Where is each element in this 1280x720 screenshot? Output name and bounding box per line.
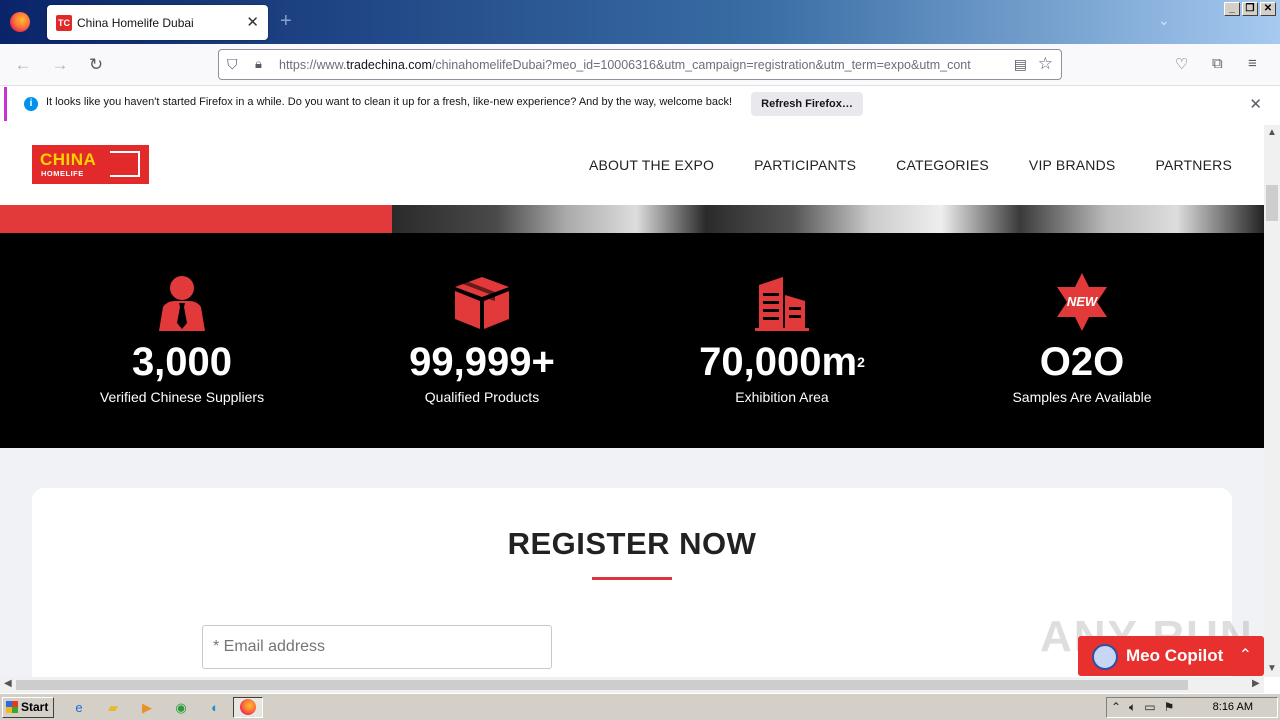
logo-mark-icon: [110, 151, 140, 177]
firefox-taskbar-icon: [240, 699, 256, 715]
stats-section: 3,000 Verified Chinese Suppliers 99,999+…: [0, 233, 1264, 448]
clock: 8:16 AM: [1212, 701, 1253, 713]
logo-text-homelife: HOMELIFE: [41, 169, 84, 178]
browser-tab-strip: TC China Homelife Dubai ✕ + ⌄ _ ❐ ✕: [0, 0, 1280, 44]
meo-copilot-button[interactable]: Meo Copilot ⌃: [1078, 636, 1264, 676]
site-header: CHINA HOMELIFE ABOUT THE EXPO PARTICIPAN…: [0, 125, 1264, 205]
stat-products: 99,999+ Qualified Products: [332, 273, 632, 405]
media-player-icon[interactable]: ▶: [138, 699, 156, 717]
copilot-robot-icon: [1092, 644, 1118, 670]
new-star-icon: NEW: [932, 273, 1232, 331]
edge-icon[interactable]: ◐: [206, 699, 224, 717]
stat-area: 70,000m2 Exhibition Area: [632, 273, 932, 405]
restore-button[interactable]: ❐: [1242, 2, 1258, 16]
stat-value-suppliers: 3,000: [131, 340, 233, 384]
info-icon: i: [24, 97, 38, 111]
forward-arrow-icon[interactable]: →: [49, 54, 71, 76]
banner-image: [392, 205, 1264, 233]
url-domain: tradechina.com: [346, 58, 432, 72]
new-tab-plus-icon[interactable]: +: [280, 11, 292, 31]
logo-text-china: CHINA: [40, 150, 97, 169]
stat-suppliers: 3,000 Verified Chinese Suppliers: [32, 273, 332, 405]
stat-value-area: 70,000m2: [632, 341, 932, 383]
tab-favicon-icon: TC: [56, 15, 72, 31]
minimize-button[interactable]: _: [1224, 2, 1240, 16]
menu-item-categories[interactable]: CATEGORIES: [896, 157, 989, 173]
page-viewport: CHINA HOMELIFE ABOUT THE EXPO PARTICIPAN…: [0, 125, 1264, 677]
tab-close-icon[interactable]: ✕: [246, 13, 259, 31]
horizontal-scroll-thumb[interactable]: [16, 680, 1188, 690]
windows-taskbar: Start e ▰ ▶ ◉ ◐ ⌃🔈︎▭⚑ 8:16 AM: [0, 693, 1280, 720]
stat-value-area-number: 70,000m: [699, 340, 858, 384]
box-icon: [332, 273, 632, 331]
person-tie-icon: [32, 273, 332, 331]
buildings-icon: [632, 273, 932, 331]
hamburger-menu-icon[interactable]: ≡: [1248, 55, 1257, 72]
copilot-label: Meo Copilot: [1126, 646, 1224, 665]
stat-label-suppliers: Verified Chinese Suppliers: [99, 389, 265, 405]
scroll-up-arrow-icon[interactable]: ▲: [1267, 127, 1277, 138]
stat-value-o2o: O2O: [1039, 340, 1125, 384]
vertical-scroll-thumb[interactable]: [1266, 185, 1278, 221]
site-logo[interactable]: CHINA HOMELIFE: [32, 145, 149, 184]
lock-icon[interactable]: 🔒︎: [255, 56, 262, 72]
folder-icon[interactable]: ▰: [104, 699, 122, 717]
stat-label-area: Exhibition Area: [735, 389, 829, 405]
scroll-right-arrow-icon[interactable]: ▶: [1252, 678, 1260, 689]
chevron-up-icon: ⌃: [1238, 647, 1252, 664]
menu-item-partners[interactable]: PARTNERS: [1155, 157, 1232, 173]
window-controls: _ ❐ ✕: [1224, 2, 1276, 16]
start-label: Start: [21, 700, 49, 714]
navigation-toolbar: ← → ↻ ⛉ 🔒︎ https://www.tradechina.com/ch…: [0, 44, 1280, 86]
browser-tab-active[interactable]: TC China Homelife Dubai ✕: [47, 5, 268, 40]
stat-o2o: NEW O2O Samples Are Available: [932, 273, 1232, 405]
address-bar[interactable]: ⛉ 🔒︎ https://www.tradechina.com/chinahom…: [218, 49, 1062, 80]
back-arrow-icon[interactable]: ←: [12, 54, 34, 76]
windows-flag-icon: [6, 701, 18, 713]
firefox-logo-icon[interactable]: [10, 12, 30, 32]
notification-bar: i It looks like you haven't started Fire…: [4, 87, 1276, 121]
tab-list-chevron-icon[interactable]: ⌄: [1158, 12, 1170, 29]
bookmark-star-icon[interactable]: ☆: [1038, 54, 1053, 74]
url-text[interactable]: https://www.tradechina.com/chinahomelife…: [279, 58, 1001, 72]
firefox-taskbar-button[interactable]: [233, 697, 263, 718]
notification-close-icon[interactable]: ✕: [1249, 95, 1262, 113]
email-input[interactable]: [202, 625, 552, 669]
url-path: /chinahomelifeDubai?meo_id=10006316&utm_…: [431, 58, 971, 72]
scroll-down-arrow-icon[interactable]: ▼: [1267, 663, 1277, 674]
menu-item-about[interactable]: ABOUT THE EXPO: [589, 157, 714, 173]
vertical-scrollbar[interactable]: ▲ ▼: [1264, 125, 1280, 677]
scroll-left-arrow-icon[interactable]: ◀: [4, 678, 12, 689]
menu-item-participants[interactable]: PARTICIPANTS: [754, 157, 856, 173]
new-badge-text: NEW: [1067, 294, 1099, 309]
notification-text: It looks like you haven't started Firefo…: [46, 96, 733, 108]
tracking-shield-icon[interactable]: ⛉: [227, 56, 238, 73]
main-menu: ABOUT THE EXPO PARTICIPANTS CATEGORIES V…: [589, 157, 1232, 173]
stat-label-products: Qualified Products: [424, 389, 540, 405]
reload-icon[interactable]: ↻: [85, 54, 107, 76]
start-button[interactable]: Start: [2, 697, 54, 718]
title-underline: [592, 577, 672, 580]
refresh-firefox-button[interactable]: Refresh Firefox…: [751, 92, 863, 116]
system-tray: ⌃🔈︎▭⚑ 8:16 AM: [1106, 697, 1278, 718]
stat-value-products: 99,999+: [409, 340, 555, 384]
menu-item-vip-brands[interactable]: VIP BRANDS: [1029, 157, 1116, 173]
reader-view-icon[interactable]: ▤: [1014, 56, 1027, 73]
stat-value-area-sup: 2: [857, 354, 865, 370]
chrome-icon[interactable]: ◉: [172, 699, 190, 717]
pocket-icon[interactable]: ♡: [1175, 55, 1188, 73]
url-prefix: https://www.: [279, 58, 347, 72]
internet-explorer-icon[interactable]: e: [70, 699, 88, 717]
tab-title: China Homelife Dubai: [77, 16, 194, 30]
extensions-puzzle-icon[interactable]: ⧉: [1212, 55, 1223, 72]
close-window-button[interactable]: ✕: [1260, 2, 1276, 16]
hero-banner-strip: [0, 205, 1264, 233]
horizontal-scrollbar[interactable]: ◀ ▶: [0, 677, 1264, 693]
tray-icons[interactable]: ⌃🔈︎▭⚑: [1111, 700, 1182, 715]
banner-red-block: [0, 205, 392, 233]
register-title: REGISTER NOW: [507, 526, 757, 561]
stat-label-o2o: Samples Are Available: [1012, 389, 1152, 405]
